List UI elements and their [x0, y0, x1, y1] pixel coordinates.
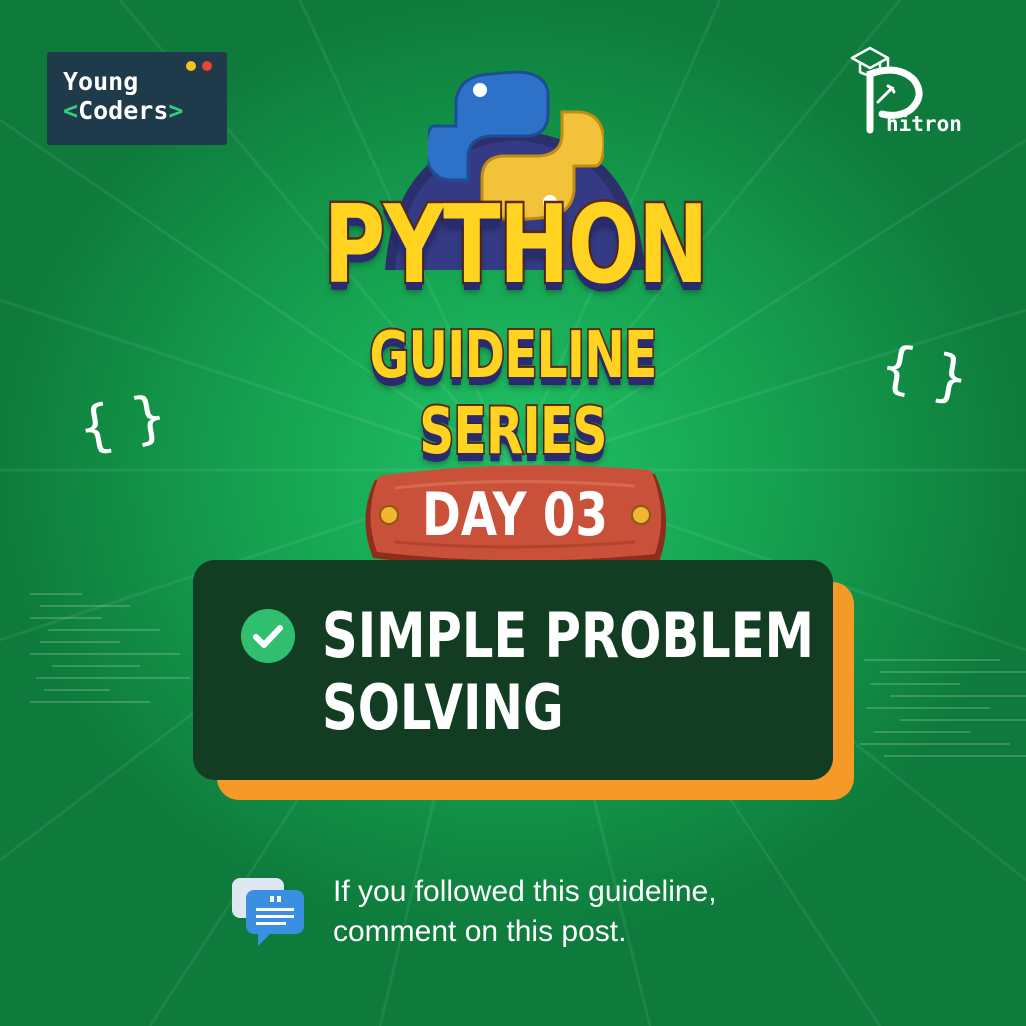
comment-bubble-icon [232, 878, 304, 946]
window-dots [186, 61, 212, 71]
left-curly-braces: { } [72, 382, 172, 463]
bracket-open: < [63, 96, 79, 125]
topic-line1: SIMPLE PROBLEM [322, 599, 815, 672]
poster-canvas: Young <Coders> hitron PYTHON GUIDELINE S… [0, 0, 1026, 1026]
topic-line2: SOLVING [322, 671, 564, 744]
young-coders-line1: Young [63, 67, 139, 96]
day-label: DAY 03 [422, 480, 608, 550]
footer-line1: If you followed this guideline, [333, 875, 717, 908]
check-circle-icon [241, 609, 295, 663]
topic-title: SIMPLE PROBLEM SOLVING [322, 599, 815, 744]
right-curly-braces: { } [875, 332, 975, 413]
young-coders-line2: <Coders> [63, 96, 227, 126]
bracket-close: > [168, 96, 184, 125]
footer-message: If you followed this guideline, comment … [333, 872, 853, 952]
phitron-wordmark: hitron [886, 112, 962, 136]
young-coders-word: Coders [78, 96, 169, 125]
footer-line2: comment on this post. [333, 915, 627, 948]
red-dot [202, 61, 212, 71]
yellow-dot [186, 61, 196, 71]
young-coders-logo: Young <Coders> [47, 52, 227, 145]
series-title: PYTHON [322, 183, 711, 308]
series-subtitle: GUIDELINE SERIES [368, 317, 659, 471]
